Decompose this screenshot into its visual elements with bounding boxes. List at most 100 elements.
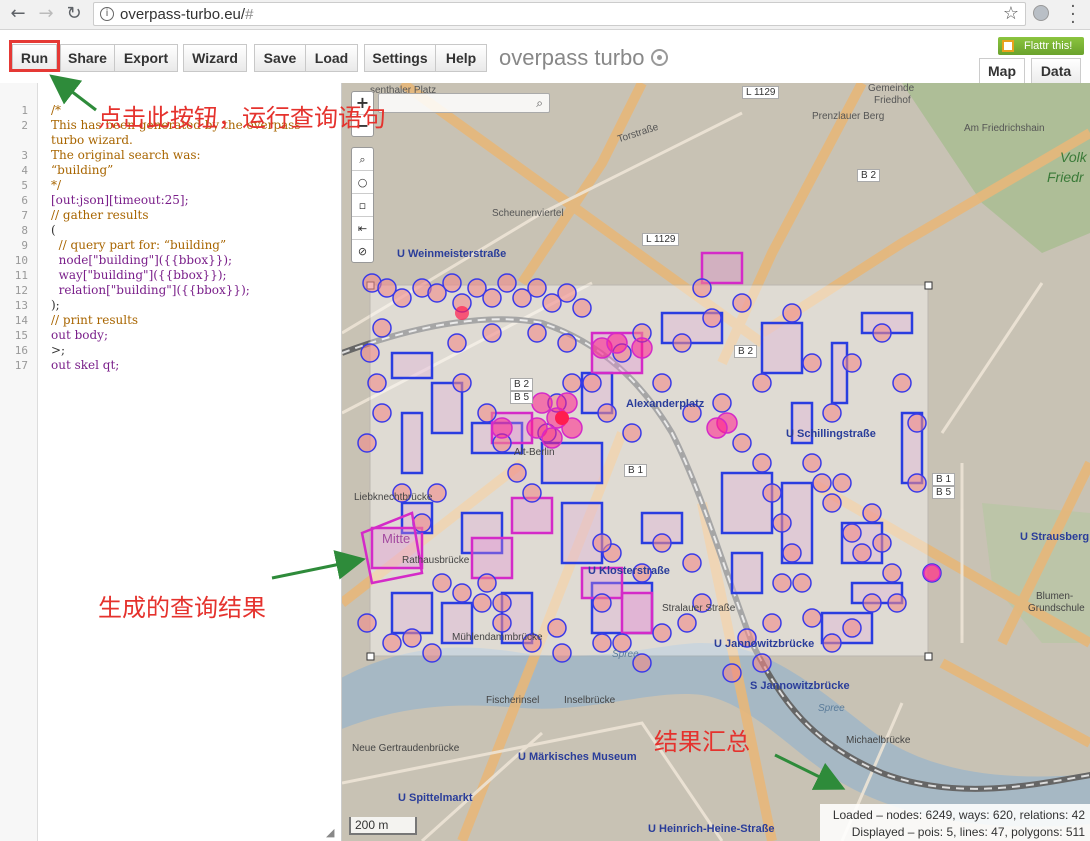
map-label: Stralauer Straße (662, 603, 736, 614)
map-label: Prenzlauer Berg (812, 111, 885, 122)
map-label: U Klosterstraße (588, 565, 670, 577)
map-label: U Märkisches Museum (518, 751, 637, 763)
code-line: The original search was: (51, 148, 201, 162)
map-label: U Weinmeisterstraße (397, 248, 507, 260)
line-number: 10 (14, 254, 28, 267)
map-label: U Heinrich-Heine-Straße (648, 823, 775, 835)
scale-bar: 200 m (349, 817, 417, 835)
load-button[interactable]: Load (305, 44, 358, 72)
map-label: U Jannowitzbrücke (714, 638, 815, 650)
reload-icon[interactable]: ↻ (63, 3, 85, 25)
code-line: relation["building"]({{bbox}}); (51, 283, 250, 297)
code-line: way["building"]({{bbox}}); (51, 268, 227, 282)
bookmark-star-icon[interactable]: ☆ (1003, 3, 1019, 24)
line-number: 17 (14, 359, 28, 372)
map-label: Volk (1060, 149, 1087, 165)
save-button[interactable]: Save (254, 44, 306, 72)
flattr-icon (1002, 40, 1014, 52)
browser-chrome: ← → ↻ i overpass-turbo.eu/# ☆ · · · (0, 0, 1090, 32)
map-label: Neue Gertraudenbrücke (352, 743, 460, 754)
flattr-label: Flattr this! (1024, 40, 1073, 52)
extension-globe-icon[interactable] (1033, 5, 1049, 21)
road-shield: B 1 (624, 464, 648, 477)
app-title-text: overpass turbo (499, 45, 645, 70)
app-toolbar: Run Share Export Wizard Save Load Settin… (0, 30, 1090, 84)
code-line: “building” (51, 163, 114, 177)
line-number: 8 (21, 224, 28, 237)
map-label: Fischerinsel (486, 695, 540, 706)
line-number: 2 (21, 119, 28, 132)
code-line: // print results (51, 313, 139, 327)
forward-icon[interactable]: → (35, 3, 57, 25)
code-line: // gather results (51, 208, 149, 222)
map-search-input[interactable]: ⌕ (378, 93, 550, 113)
annotation-result: 生成的查询结果 (98, 594, 266, 622)
map-label: Liebknechtbrücke (354, 492, 433, 503)
stats-displayed: Displayed – pois: 5, lines: 47, polygons… (851, 825, 1085, 839)
line-number: 7 (21, 209, 28, 222)
info-icon[interactable]: i (100, 7, 114, 21)
app-title: overpass turbo (499, 45, 668, 71)
map-label: Spree (818, 703, 845, 714)
map-label: Am Friedrichshain (964, 123, 1045, 134)
map-label: S Jannowitzbrücke (750, 680, 850, 692)
share-button[interactable]: Share (60, 44, 115, 72)
run-highlight-box (9, 40, 60, 72)
map-label: Friedr (1047, 169, 1084, 185)
line-number: 1 (21, 104, 28, 117)
locate-icon[interactable]: ○ (352, 171, 373, 194)
line-number: 16 (14, 344, 28, 357)
map-label: Grundschule (1028, 603, 1085, 614)
map-label: U Strausberg (1020, 531, 1090, 543)
road-shield: B 2 (857, 169, 881, 182)
tab-map[interactable]: Map (979, 58, 1025, 84)
road-shield: B 2 (510, 378, 534, 391)
stats-loaded: Loaded – nodes: 6249, ways: 620, relatio… (832, 808, 1085, 822)
map-label: Mühlendammbrücke (452, 632, 543, 643)
help-button[interactable]: Help (435, 44, 487, 72)
line-number: 11 (14, 269, 28, 282)
flattr-button[interactable]: Flattr this! (998, 37, 1084, 55)
clear-icon[interactable]: ⊘ (352, 240, 373, 263)
zoom-to-data-icon[interactable]: ⌕ (352, 148, 373, 171)
map-label: Gemeinde (868, 83, 915, 94)
export-button[interactable]: Export (114, 44, 178, 72)
resize-grip-icon[interactable]: ◢ (326, 826, 334, 839)
code-line: [out:json][timeout:25]; (51, 193, 189, 207)
line-number-gutter: 1 2 3 4 5 6 7 8 9 10 11 12 13 14 15 16 1… (0, 83, 38, 841)
overpass-logo-icon (650, 49, 668, 66)
map-label: Alt-Berlin (514, 447, 555, 458)
settings-button[interactable]: Settings (364, 44, 436, 72)
annotation-summary: 结果汇总 (654, 728, 750, 756)
code-line: turbo wizard. (51, 133, 133, 147)
map-label: Friedhof (874, 95, 911, 106)
url-hash: # (245, 6, 254, 23)
browser-menu-icon[interactable]: · · · (1068, 0, 1078, 32)
line-number: 14 (14, 314, 28, 327)
code-line: /* (51, 103, 62, 117)
road-shield: B 2 (734, 345, 758, 358)
road-shield: B 1 (932, 473, 956, 486)
wizard-button[interactable]: Wizard (183, 44, 247, 72)
road-shield: L 1129 (642, 233, 680, 246)
back-icon[interactable]: ← (7, 3, 29, 25)
map-label: U Spittelmarkt (398, 792, 473, 804)
tab-data[interactable]: Data (1031, 58, 1081, 84)
map-label: U Schillingstraße (786, 428, 876, 440)
fullscreen-icon[interactable]: ⇤ (352, 217, 373, 240)
code-line: ( (51, 223, 56, 237)
road-shield: B 5 (932, 486, 956, 499)
code-line: node["building"]({{bbox}}); (51, 253, 233, 267)
code-line: out body; (51, 328, 108, 342)
line-number: 5 (21, 179, 28, 192)
bbox-icon[interactable]: ▫ (352, 194, 373, 217)
query-editor[interactable]: 1 2 3 4 5 6 7 8 9 10 11 12 13 14 15 16 1… (0, 83, 342, 841)
road-shield: L 1129 (742, 86, 780, 99)
line-number: 13 (14, 299, 28, 312)
address-bar[interactable]: i overpass-turbo.eu/# ☆ (93, 2, 1026, 26)
search-icon[interactable]: ⌕ (536, 96, 543, 111)
code-line: >; (51, 343, 66, 357)
line-number: 12 (14, 284, 28, 297)
result-stats: Loaded – nodes: 6249, ways: 620, relatio… (820, 804, 1090, 841)
url-host: overpass-turbo.eu/ (120, 6, 246, 23)
